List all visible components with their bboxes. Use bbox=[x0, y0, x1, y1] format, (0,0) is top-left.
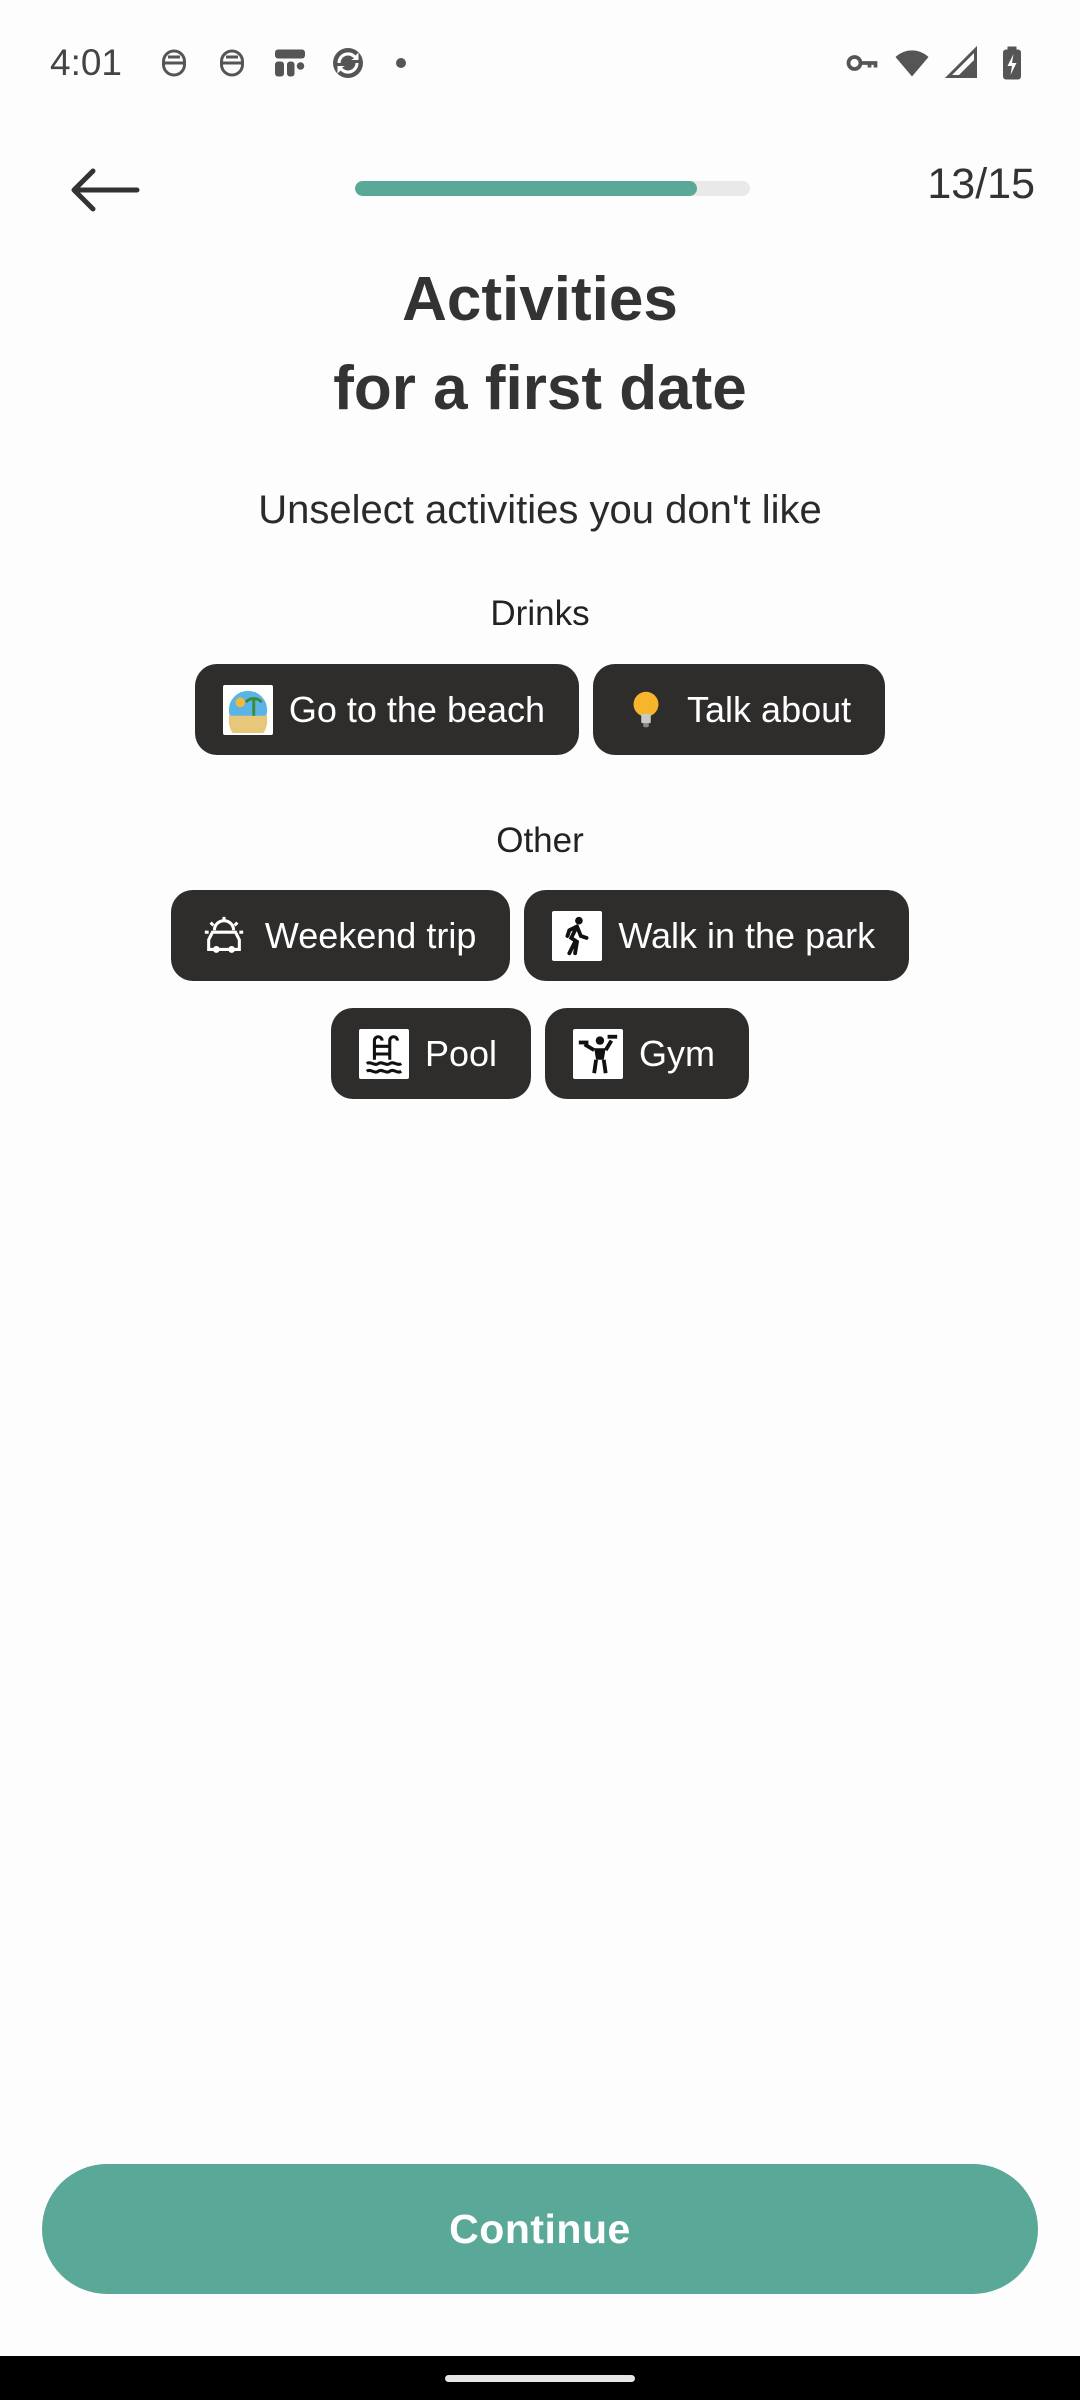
page-subtitle: Unselect activities you don't like bbox=[258, 488, 822, 532]
page-title: Activities for a first date bbox=[0, 255, 1080, 433]
status-system-icons bbox=[844, 45, 1030, 81]
progress-fill bbox=[355, 181, 698, 196]
section-label-drinks: Drinks bbox=[490, 594, 590, 633]
notification-icon bbox=[214, 45, 250, 81]
page-title-line-2: for a first date bbox=[333, 354, 747, 423]
activity-chip-weekend-trip[interactable]: Weekend trip bbox=[170, 890, 511, 981]
dot-icon bbox=[396, 58, 407, 68]
pool-icon bbox=[358, 1028, 409, 1079]
vpn-key-icon bbox=[844, 45, 880, 81]
chip-label: Weekend trip bbox=[264, 914, 477, 956]
chip-label: Pool bbox=[424, 1032, 498, 1074]
arrow-left-icon bbox=[71, 168, 140, 212]
activity-chip-talk-about[interactable]: Talk about bbox=[593, 664, 886, 755]
home-gesture-handle[interactable] bbox=[445, 2375, 635, 2382]
step-counter: 13/15 bbox=[927, 160, 1035, 208]
signal-icon bbox=[944, 45, 980, 81]
chip-row-other-2: Pool Gym bbox=[0, 1008, 1080, 1099]
beach-icon bbox=[222, 684, 273, 735]
status-notification-icons bbox=[156, 45, 407, 81]
car-sun-icon bbox=[199, 911, 249, 961]
screen: 4:01 13/15 Activities for a first date U… bbox=[0, 0, 1080, 2400]
wifi-icon bbox=[894, 45, 930, 81]
chip-label: Walk in the park bbox=[618, 914, 876, 956]
notification-icon bbox=[156, 45, 192, 81]
chip-label: Gym bbox=[639, 1032, 716, 1074]
activity-chip-walk-in-the-park[interactable]: Walk in the park bbox=[524, 890, 910, 981]
activity-chip-gym[interactable]: Gym bbox=[545, 1008, 750, 1099]
lightbulb-icon bbox=[621, 685, 671, 735]
activity-chip-go-to-the-beach[interactable]: Go to the beach bbox=[194, 664, 580, 755]
back-button[interactable] bbox=[60, 150, 150, 230]
chip-label: Go to the beach bbox=[288, 688, 546, 730]
status-bar: 4:01 bbox=[0, 0, 1080, 126]
navigation-bar bbox=[0, 2356, 1080, 2400]
chip-label: Talk about bbox=[687, 688, 852, 730]
walking-person-icon bbox=[552, 910, 603, 961]
page-title-line-1: Activities bbox=[402, 265, 678, 334]
gym-icon bbox=[573, 1028, 624, 1079]
chip-row-other-1: Weekend trip Walk in the park bbox=[0, 890, 1080, 981]
activity-chip-pool[interactable]: Pool bbox=[330, 1008, 532, 1099]
sync-icon bbox=[330, 45, 366, 81]
status-time: 4:01 bbox=[50, 42, 123, 83]
section-label-other: Other bbox=[496, 821, 584, 860]
continue-button[interactable]: Continue bbox=[42, 2164, 1038, 2294]
progress-bar bbox=[355, 181, 750, 196]
app-icon bbox=[272, 45, 308, 81]
chip-row-drinks: Go to the beach Talk about bbox=[0, 664, 1080, 755]
battery-charging-icon bbox=[994, 45, 1030, 81]
